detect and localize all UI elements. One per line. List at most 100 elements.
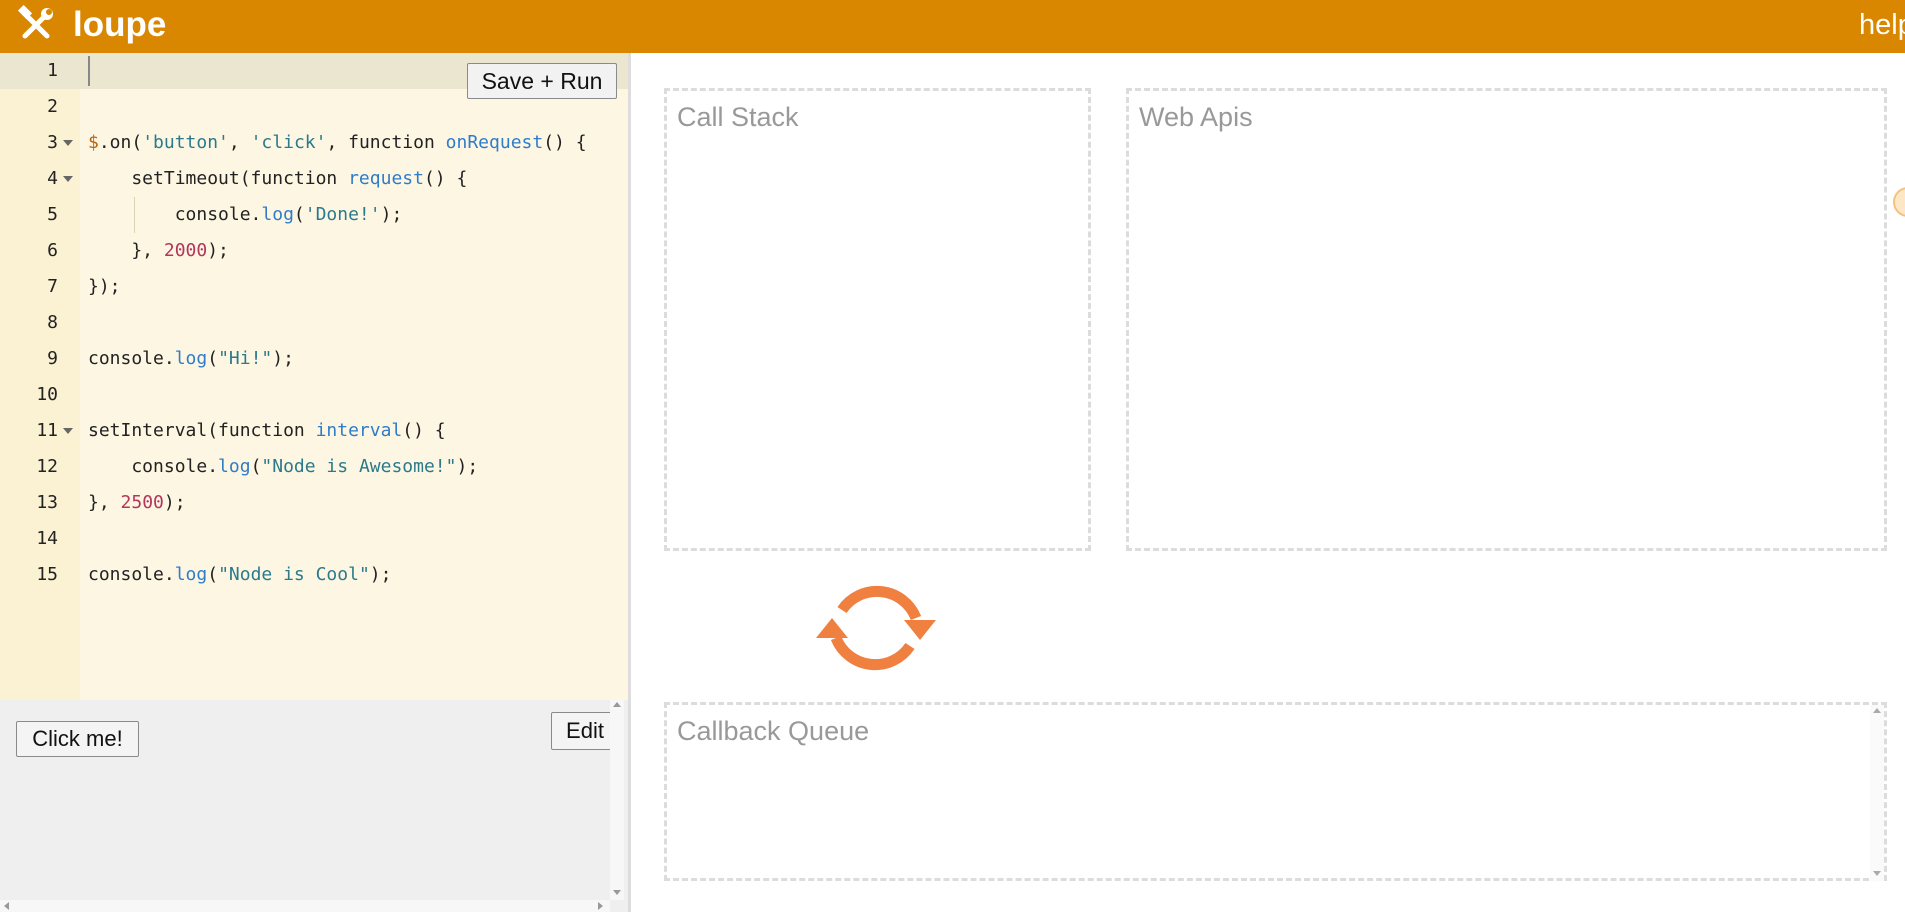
code-text[interactable]: console.log('Done!');	[88, 197, 403, 233]
code-token: (	[207, 348, 219, 369]
callback-queue-panel: Callback Queue	[664, 702, 1887, 881]
line-number: 12	[36, 456, 58, 477]
edit-button[interactable]: Edit	[551, 712, 619, 750]
code-token: () {	[423, 168, 468, 189]
call-stack-title: Call Stack	[677, 102, 799, 132]
code-token: log	[174, 348, 208, 369]
code-line[interactable]: 3 $.on('button', 'click', function onRequ…	[0, 125, 628, 161]
code-token: () {	[543, 132, 587, 153]
code-line[interactable]: 7});	[0, 269, 628, 305]
code-text[interactable]: setTimeout(function request() {	[88, 161, 467, 197]
line-number: 9	[47, 348, 58, 369]
line-number: 14	[36, 528, 58, 549]
panel-divider[interactable]	[628, 53, 631, 912]
code-token: "Hi!"	[218, 348, 273, 369]
preview-horizontal-scrollbar[interactable]	[0, 900, 610, 912]
code-token: , function	[326, 132, 446, 153]
fold-arrow-icon[interactable]	[63, 176, 73, 182]
code-token: 2000	[163, 240, 208, 261]
code-token: );	[456, 456, 479, 477]
text-cursor	[88, 56, 90, 86]
line-number: 5	[47, 204, 58, 225]
code-token: ,	[228, 132, 251, 153]
line-number: 8	[47, 312, 58, 333]
code-token: );	[163, 492, 186, 513]
code-text[interactable]: }, 2000);	[88, 233, 229, 269]
code-line[interactable]: 11 setInterval(function interval() {	[0, 413, 628, 449]
code-token: );	[380, 204, 403, 225]
code-line[interactable]: 14	[0, 521, 628, 557]
code-line[interactable]: 9 console.log("Hi!");	[0, 341, 628, 377]
code-text[interactable]: }, 2500);	[88, 485, 186, 521]
refresh-cycle-icon	[816, 585, 936, 671]
code-line[interactable]: 5 console.log('Done!');	[0, 197, 628, 233]
line-number: 3	[47, 132, 58, 153]
line-number: 7	[47, 276, 58, 297]
code-token: log	[261, 204, 294, 225]
code-token: },	[88, 240, 164, 261]
scroll-up-arrow-icon[interactable]	[613, 702, 621, 707]
code-token: "Node is Cool"	[218, 564, 370, 585]
app-name[interactable]: loupe	[73, 5, 166, 45]
callback-queue-title: Callback Queue	[677, 716, 870, 746]
line-number: 11	[36, 420, 58, 441]
code-text[interactable]: console.log("Node is Cool");	[88, 557, 391, 593]
code-line[interactable]: 4 setTimeout(function request() {	[0, 161, 628, 197]
scroll-left-arrow-icon[interactable]	[4, 902, 9, 910]
call-stack-panel: Call Stack	[664, 88, 1091, 551]
line-number: 6	[47, 240, 58, 261]
code-token: interval	[315, 420, 403, 441]
scroll-down-arrow-icon[interactable]	[1873, 871, 1881, 876]
help-link[interactable]: help	[1859, 5, 1905, 45]
code-token: request	[348, 168, 424, 189]
code-line[interactable]: 10	[0, 377, 628, 413]
code-editor[interactable]: 1 2 3 $.on('button', 'click', function onRe…	[0, 53, 628, 700]
code-line[interactable]: 6 }, 2000);	[0, 233, 628, 269]
code-token: });	[88, 276, 121, 297]
save-run-button[interactable]: Save + Run	[467, 63, 617, 99]
code-token: onRequest	[445, 132, 544, 153]
code-token: .on(	[98, 132, 143, 153]
code-token: () {	[402, 420, 446, 441]
preview-vertical-scrollbar[interactable]	[610, 700, 624, 900]
code-token: 2500	[120, 492, 164, 513]
code-line[interactable]: 15 console.log("Node is Cool");	[0, 557, 628, 593]
code-line[interactable]: 8	[0, 305, 628, 341]
code-text[interactable]: $.on('button', 'click', function onReque…	[88, 125, 587, 161]
code-token: console.	[88, 564, 175, 585]
code-line[interactable]: 12 console.log("Node is Awesome!");	[0, 449, 628, 485]
code-line[interactable]: 13}, 2500);	[0, 485, 628, 521]
top-bar: loupe help	[0, 0, 1905, 53]
fold-arrow-icon[interactable]	[63, 140, 73, 146]
code-token: $	[88, 132, 99, 153]
callback-queue-scrollbar[interactable]	[1870, 705, 1884, 881]
scroll-up-arrow-icon[interactable]	[1873, 708, 1881, 713]
line-number: 4	[47, 168, 58, 189]
line-number: 10	[36, 384, 58, 405]
code-token: 'click'	[250, 132, 327, 153]
edge-circle-icon[interactable]	[1893, 187, 1905, 217]
code-token: );	[272, 348, 294, 369]
code-text[interactable]: });	[88, 269, 121, 305]
code-token: setInterval(function	[88, 420, 316, 441]
code-text[interactable]: console.log("Hi!");	[88, 341, 294, 377]
line-number: 15	[36, 564, 58, 585]
scroll-right-arrow-icon[interactable]	[598, 902, 603, 910]
code-text[interactable]: setInterval(function interval() {	[88, 413, 446, 449]
web-apis-title: Web Apis	[1139, 102, 1253, 132]
code-token: log	[218, 456, 251, 477]
fold-arrow-icon[interactable]	[63, 428, 73, 434]
line-number: 2	[47, 96, 58, 117]
code-token: console.	[88, 204, 262, 225]
code-token: (	[293, 204, 305, 225]
code-token: 'Done!'	[304, 204, 381, 225]
html-preview-panel: Click me! Edit	[0, 700, 628, 912]
code-token: log	[174, 564, 208, 585]
click-me-button[interactable]: Click me!	[16, 721, 139, 757]
web-apis-panel: Web Apis	[1126, 88, 1887, 551]
code-token: );	[207, 240, 229, 261]
scroll-down-arrow-icon[interactable]	[613, 890, 621, 895]
code-text[interactable]: console.log("Node is Awesome!");	[88, 449, 478, 485]
code-token: (	[250, 456, 262, 477]
code-token: console.	[88, 456, 219, 477]
